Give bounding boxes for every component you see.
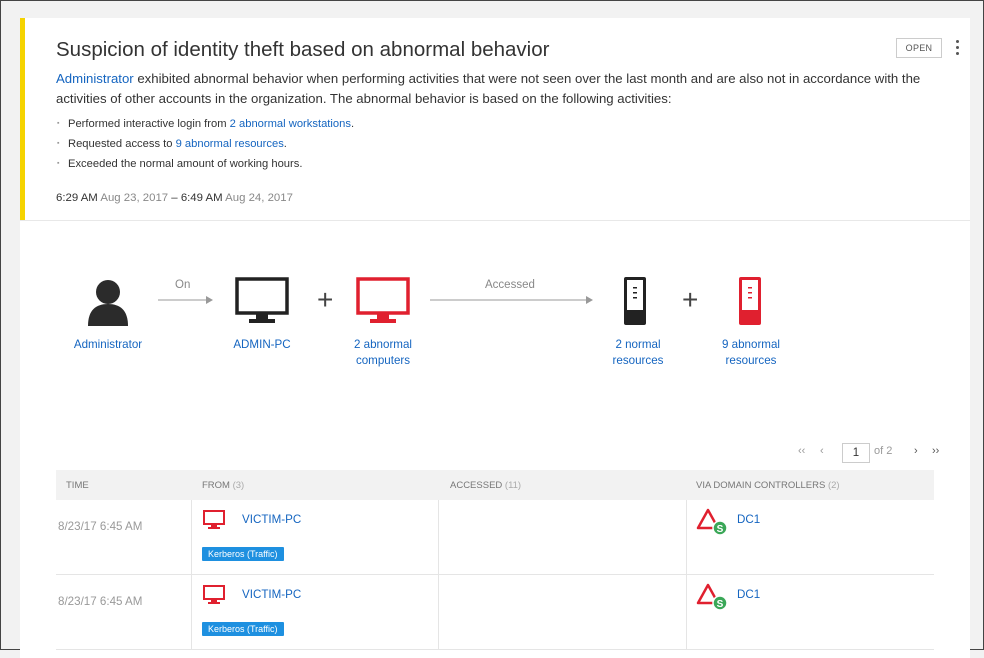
list-item: Requested access to 9 abnormal resources… xyxy=(56,134,354,154)
range-separator: – xyxy=(171,192,178,204)
label-line: 2 abnormal xyxy=(353,338,412,351)
computer-icon xyxy=(235,277,289,323)
dc-badge-letter: S xyxy=(717,524,724,535)
column-label: FROM xyxy=(202,480,230,491)
column-header-accessed[interactable]: ACCESSED (11) xyxy=(450,480,521,491)
bullet-text: Exceeded the normal amount of working ho… xyxy=(68,158,303,170)
column-divider xyxy=(191,500,192,574)
arrow-on-label: On xyxy=(175,279,191,291)
end-date: Aug 24, 2017 xyxy=(225,192,293,204)
abnormal-computer-icon xyxy=(356,277,410,323)
plus-symbol: + xyxy=(317,284,334,315)
column-header-from[interactable]: FROM (3) xyxy=(202,480,244,491)
time-cell: 8/23/17 6:45 AM xyxy=(58,595,143,608)
list-item: Performed interactive login from 2 abnor… xyxy=(56,114,354,134)
user-label[interactable]: Administrator xyxy=(58,337,158,353)
activity-table: TIME FROM (3) ACCESSED (11) VIA DOMAIN C… xyxy=(56,470,934,650)
column-divider xyxy=(686,575,687,649)
abnormal-resources-label[interactable]: 9 abnormal resources xyxy=(701,337,801,369)
time-range: 6:29 AM Aug 23, 2017 – 6:49 AM Aug 24, 2… xyxy=(56,192,293,204)
time-cell: 8/23/17 6:45 AM xyxy=(58,520,143,533)
label-line: resources xyxy=(725,354,777,367)
from-computer-link[interactable]: VICTIM-PC xyxy=(242,588,301,601)
user-icon xyxy=(88,280,128,326)
bullet-text: Requested access to xyxy=(68,138,176,150)
normal-resources-label[interactable]: 2 normal resources xyxy=(588,337,688,369)
column-divider xyxy=(686,500,687,574)
start-date: Aug 23, 2017 xyxy=(100,192,169,204)
column-count: (11) xyxy=(504,480,522,491)
alert-header: Suspicion of identity theft based on abn… xyxy=(20,18,970,221)
alert-card: Suspicion of identity theft based on abn… xyxy=(20,18,970,658)
column-divider xyxy=(438,575,439,649)
table-row[interactable]: 8/23/17 6:45 AM VICTIM-PC Kerberos (Traf… xyxy=(56,500,934,575)
abnormal-workstations-link[interactable]: 2 abnormal workstations xyxy=(230,118,351,130)
account-link[interactable]: Administrator xyxy=(56,71,134,86)
activity-list: Performed interactive login from 2 abnor… xyxy=(56,114,354,174)
bullet-suffix: . xyxy=(350,118,355,130)
domain-controller-icon: S xyxy=(696,583,728,611)
next-page-button[interactable]: › xyxy=(914,445,918,457)
label-line: 9 abnormal xyxy=(721,338,780,351)
first-page-button[interactable]: ‹‹ xyxy=(798,445,805,457)
alert-title: Suspicion of identity theft based on abn… xyxy=(56,38,550,61)
protocol-tag: Kerberos (Traffic) xyxy=(202,547,284,561)
plus-symbol: + xyxy=(682,284,699,315)
page-count: of 2 xyxy=(874,445,893,457)
column-label: TIME xyxy=(66,480,89,491)
activity-diagram: Administrator On ADMIN-PC + 2 abnormal c… xyxy=(20,258,970,398)
table-row[interactable]: 8/23/17 6:45 AM VICTIM-PC Kerberos (Traf… xyxy=(56,575,934,650)
column-header-time[interactable]: TIME xyxy=(66,480,89,491)
label-line: computers xyxy=(355,354,411,367)
severity-bar xyxy=(20,18,25,220)
more-options-icon[interactable] xyxy=(952,38,962,58)
domain-controller-link[interactable]: DC1 xyxy=(737,588,760,601)
bullet-text: Performed interactive login from xyxy=(68,118,230,130)
arrow-right-icon xyxy=(158,296,213,304)
computer-icon xyxy=(203,510,225,529)
label-line: resources xyxy=(612,354,664,367)
abnormal-resources-link[interactable]: 9 abnormal resources xyxy=(176,138,284,150)
from-computer-link[interactable]: VICTIM-PC xyxy=(242,513,301,526)
pagination: ‹‹ ‹ 1 of 2 › ›› xyxy=(798,443,958,463)
alert-description: Administrator exhibited abnormal behavio… xyxy=(56,69,926,109)
description-text: exhibited abnormal behavior when perform… xyxy=(56,71,921,106)
status-badge[interactable]: OPEN xyxy=(896,38,942,58)
end-time: 6:49 AM xyxy=(180,192,223,204)
column-divider xyxy=(438,500,439,574)
arrow-right-icon xyxy=(430,296,593,304)
computer-icon xyxy=(203,585,225,604)
page-number-input[interactable]: 1 xyxy=(842,443,870,463)
label-line: 2 normal xyxy=(615,338,661,351)
bullet-suffix: . xyxy=(283,138,287,150)
list-item: Exceeded the normal amount of working ho… xyxy=(56,154,354,174)
column-label: ACCESSED xyxy=(450,480,503,491)
start-time: 6:29 AM xyxy=(56,192,98,204)
server-icon xyxy=(624,277,646,325)
table-header: TIME FROM (3) ACCESSED (11) VIA DOMAIN C… xyxy=(56,470,934,500)
column-count: (3) xyxy=(232,480,245,491)
protocol-tag: Kerberos (Traffic) xyxy=(202,622,284,636)
dc-badge-letter: S xyxy=(717,599,724,610)
column-divider xyxy=(191,575,192,649)
last-page-button[interactable]: ›› xyxy=(932,445,939,457)
arrow-accessed-label: Accessed xyxy=(485,279,535,291)
abnormal-computers-label[interactable]: 2 abnormal computers xyxy=(333,337,433,369)
column-label: VIA DOMAIN CONTROLLERS xyxy=(696,480,826,491)
column-count: (2) xyxy=(827,480,840,491)
admin-pc-label[interactable]: ADMIN-PC xyxy=(212,337,312,353)
abnormal-server-icon xyxy=(739,277,761,325)
prev-page-button[interactable]: ‹ xyxy=(820,445,824,457)
column-header-domain-controllers[interactable]: VIA DOMAIN CONTROLLERS (2) xyxy=(696,480,840,491)
domain-controller-link[interactable]: DC1 xyxy=(737,513,760,526)
domain-controller-icon: S xyxy=(696,508,728,536)
